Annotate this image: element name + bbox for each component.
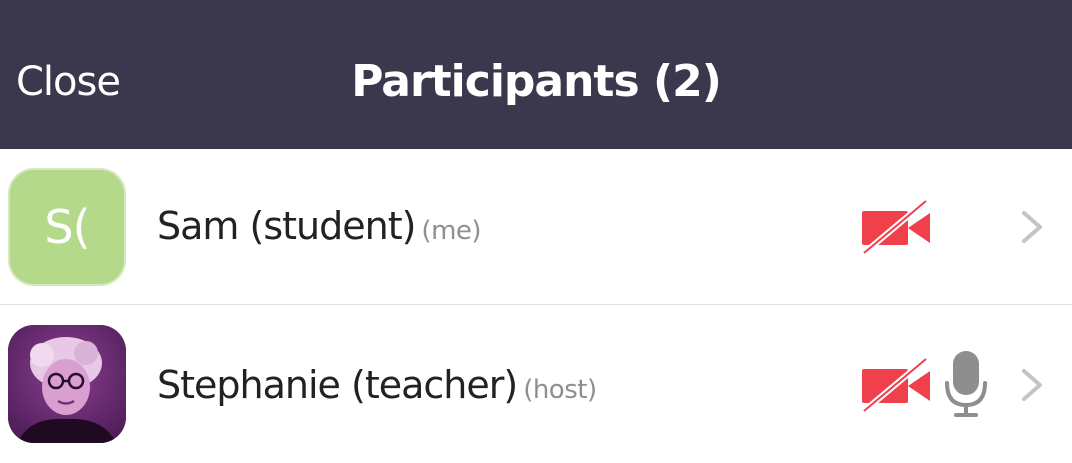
participant-tag: (host) [523, 375, 597, 405]
chevron-right-icon[interactable] [1016, 207, 1046, 247]
participant-row[interactable]: S( Sam (student) (me) [0, 149, 1072, 304]
avatar: S( [8, 168, 126, 286]
microphone-icon[interactable] [944, 349, 988, 421]
header-bar: Close Participants (2) [0, 0, 1072, 149]
participant-name-group: Sam (student) (me) [157, 204, 482, 248]
avatar-initials: S( [44, 200, 90, 254]
page-title: Participants (2) [351, 56, 722, 107]
participant-name-group: Stephanie (teacher) (host) [157, 363, 597, 407]
chevron-right-icon[interactable] [1016, 365, 1046, 405]
participant-tag: (me) [421, 216, 482, 246]
video-off-icon[interactable] [860, 199, 932, 255]
participant-row[interactable]: Stephanie (teacher) (host) [0, 305, 1072, 463]
avatar-photo [8, 325, 126, 443]
participant-name: Stephanie (teacher) [157, 363, 518, 407]
avatar [8, 325, 126, 443]
participant-name: Sam (student) [157, 204, 416, 248]
video-off-icon[interactable] [860, 357, 932, 413]
